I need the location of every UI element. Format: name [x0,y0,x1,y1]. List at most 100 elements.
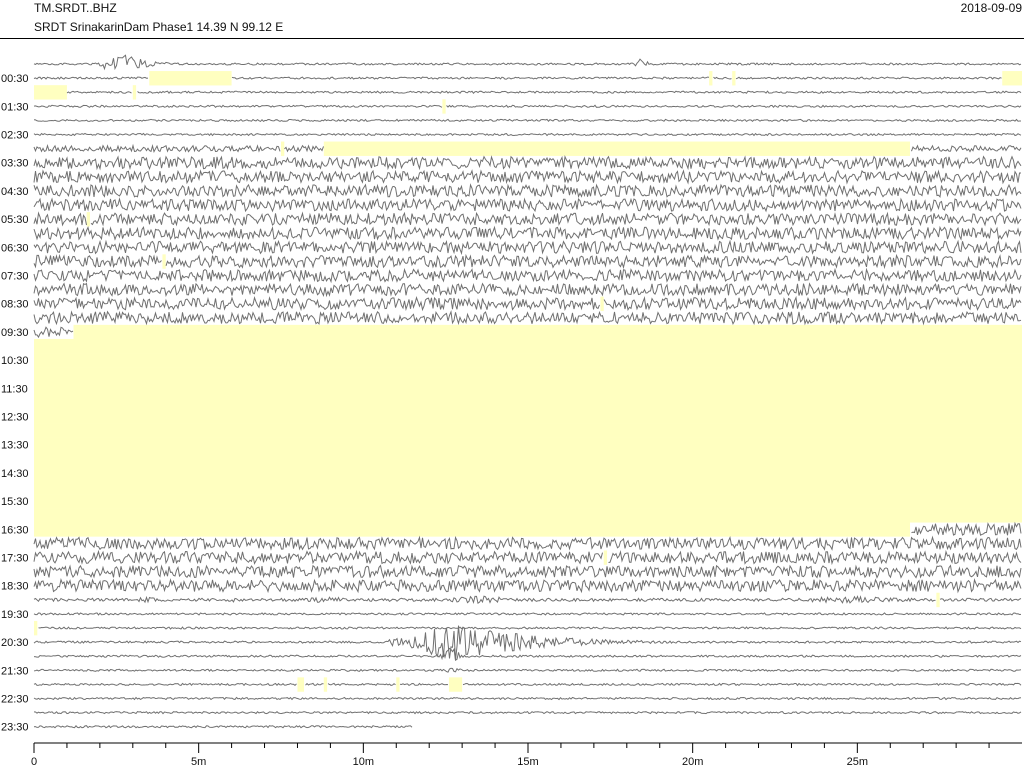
data-gap [34,494,1022,509]
row-time-label: 21:30 [1,665,29,677]
x-tick-label: 5m [191,756,206,768]
row-time-label: 11:30 [1,383,28,395]
data-gap [396,677,400,692]
data-gap [34,395,1022,410]
trace-row [33,667,1022,673]
helicorder-plot: 00:30 01:30 02:30 03:30 04:30 05:30 06:30 07:30… [1,54,1022,768]
trace-row [33,155,1022,171]
row-time-label: 16:30 [1,524,29,536]
trace-row [33,647,1022,662]
data-gap [34,508,1022,523]
row-time-label: 20:30 [1,637,29,649]
data-gap [709,71,713,86]
row-time-label: 06:30 [1,242,29,254]
data-gap [442,99,446,114]
x-tick-label: 15m [517,756,538,768]
data-gap [34,437,1022,453]
x-tick-label: 20m [682,756,703,768]
data-gap [34,338,1022,354]
data-gap [86,212,90,227]
data-gap [162,254,166,269]
data-gaps [34,71,1022,692]
row-time-label: 15:30 [1,496,29,508]
trace-row [33,54,1022,71]
trace-row [33,625,1022,661]
row-time-label: 00:30 [1,73,29,85]
data-gap [132,85,137,100]
row-time-label: 04:30 [1,186,29,198]
row-time-labels: 00:30 01:30 02:30 03:30 04:30 05:30 06:30 07:30… [1,73,29,734]
data-gap [936,592,940,608]
trace-row [33,696,1022,701]
data-gap [34,451,1022,467]
row-time-label: 14:30 [1,468,29,480]
data-gap [34,85,67,100]
trace-row [33,169,1021,185]
trace-row [33,710,1022,715]
trace-row [33,282,1022,298]
data-gap [34,367,1022,382]
trace-row [33,239,1022,256]
row-time-label: 13:30 [1,440,29,452]
data-gap [34,423,1022,438]
data-gap [603,550,608,565]
row-time-label: 09:30 [1,327,29,339]
x-tick-label: 10m [353,756,374,768]
trace-row [33,253,1022,270]
data-gap [281,141,285,156]
trace-row [33,682,1022,687]
data-gap [34,381,1022,396]
trace-row [33,564,1022,580]
data-gap [34,409,1022,424]
data-gap [323,677,328,692]
trace-row [33,595,1022,605]
trace-row [33,197,1022,213]
row-time-label: 02:30 [1,130,29,142]
row-time-label: 19:30 [1,609,29,621]
trace-row [33,326,74,339]
trace-row [33,310,1022,326]
trace-row [33,132,1022,137]
data-gap [34,522,911,537]
row-time-label: 23:30 [1,722,29,734]
trace-row [33,612,1022,616]
data-gap [34,465,1022,481]
time-axis: 0 5m 10m 15m 20m 25m [31,742,1022,768]
row-time-label: 17:30 [1,553,29,565]
row-time-label: 07:30 [1,271,29,283]
row-time-label: 05:30 [1,214,29,226]
data-gap [448,677,463,692]
trace-row [33,724,413,729]
trace-row [33,104,1022,108]
data-gap [149,71,232,86]
trace-row [33,267,1022,284]
data-gap [600,296,604,312]
x-tick-label: 0 [31,756,37,768]
trace-row [33,183,1022,199]
data-gap [732,71,736,86]
data-gap [297,677,305,692]
trace-row [33,118,1021,123]
trace-row [33,211,1022,227]
data-gap [323,141,911,156]
row-time-label: 18:30 [1,581,29,593]
row-time-label: 01:30 [1,101,29,113]
trace-row [66,90,1022,95]
trace-row [38,626,1022,630]
trace-row [33,535,1022,551]
row-time-label: 22:30 [1,694,29,706]
row-time-label: 12:30 [1,412,29,424]
trace-row [33,225,1022,241]
trace-row [33,549,1022,566]
row-time-label: 10:30 [1,355,29,367]
row-time-label: 03:30 [1,158,29,170]
data-gap [34,620,38,636]
trace-row [33,295,1022,312]
x-tick-label: 25m [847,756,868,768]
trace-row [33,577,1022,594]
data-gap [34,353,1022,368]
row-time-label: 08:30 [1,299,29,311]
trace-row [911,521,1022,536]
data-gap [73,324,1022,340]
data-gap [1002,71,1022,86]
